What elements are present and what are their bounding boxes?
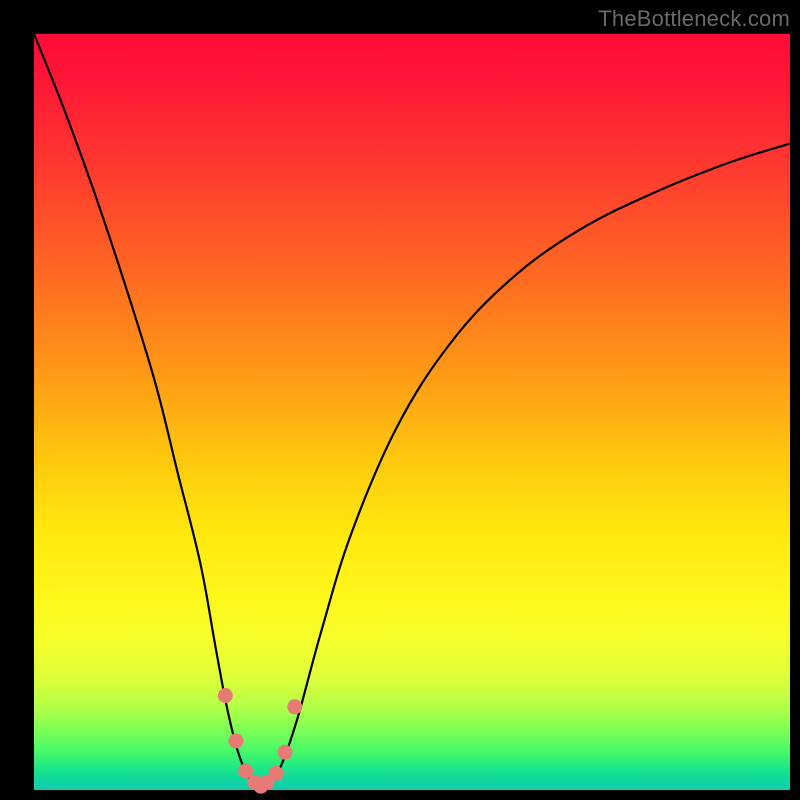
marker-point bbox=[218, 688, 233, 703]
curve-group bbox=[34, 34, 790, 786]
chart-svg bbox=[34, 34, 790, 790]
marker-point bbox=[228, 733, 243, 748]
marker-point bbox=[278, 745, 293, 760]
marker-point bbox=[268, 766, 283, 781]
plot-area bbox=[34, 34, 790, 790]
chart-frame: TheBottleneck.com bbox=[0, 0, 800, 800]
bottleneck-curve bbox=[34, 34, 790, 786]
watermark-text: TheBottleneck.com bbox=[598, 6, 790, 32]
marker-point bbox=[287, 699, 302, 714]
